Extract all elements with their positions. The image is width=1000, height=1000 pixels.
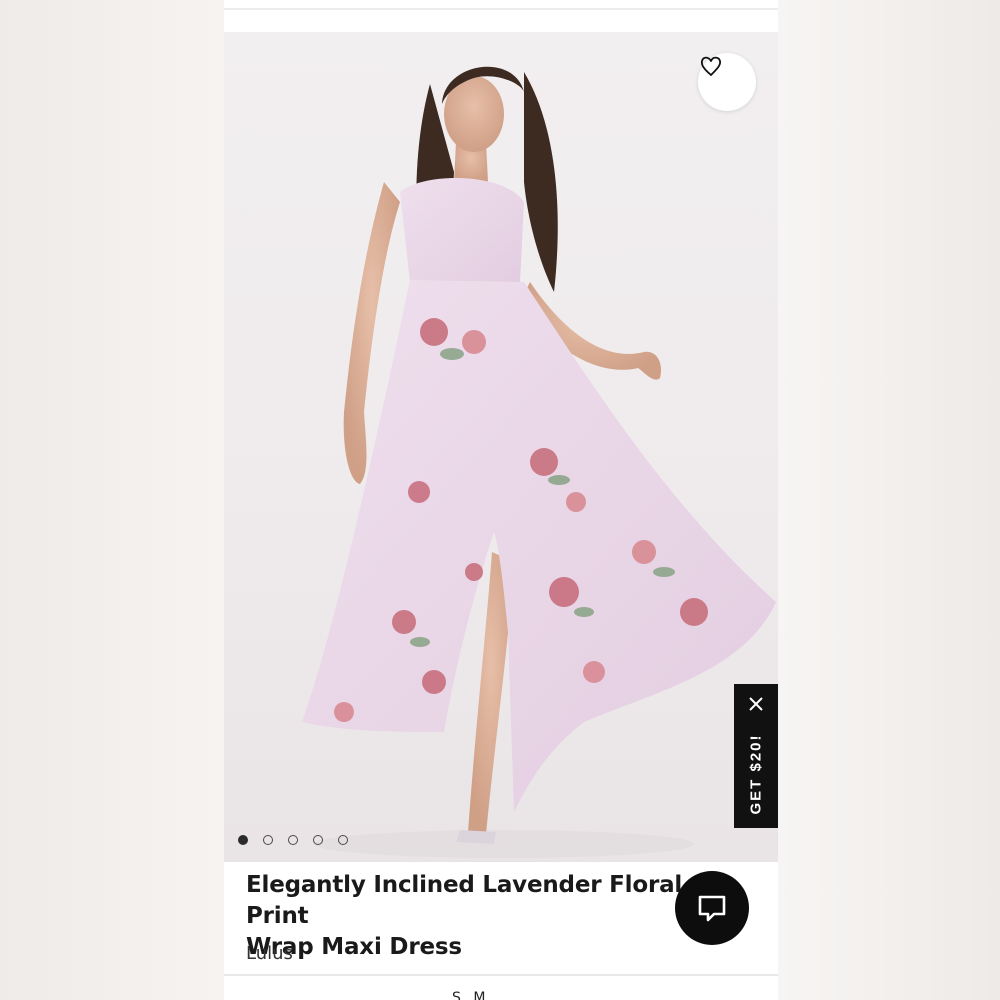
background-left bbox=[0, 0, 224, 1000]
gallery-dot[interactable] bbox=[238, 835, 248, 845]
promo-tab[interactable]: GET $20! bbox=[734, 684, 778, 828]
close-icon[interactable] bbox=[746, 694, 766, 714]
gallery-dot[interactable] bbox=[288, 835, 298, 845]
size-options-peek: S M bbox=[452, 990, 490, 1000]
promo-label: GET $20! bbox=[747, 733, 765, 815]
gallery-dot[interactable] bbox=[338, 835, 348, 845]
product-page: Elegantly Inclined Lavender Floral Print… bbox=[224, 0, 778, 1000]
product-title: Elegantly Inclined Lavender Floral Print… bbox=[246, 872, 683, 960]
gallery-dot[interactable] bbox=[263, 835, 273, 845]
header-divider bbox=[224, 8, 778, 10]
chat-button[interactable] bbox=[675, 871, 749, 945]
gallery-pagination bbox=[238, 835, 348, 845]
heart-icon bbox=[700, 56, 722, 76]
gallery-dot[interactable] bbox=[313, 835, 323, 845]
product-photo bbox=[302, 66, 776, 858]
wishlist-button[interactable] bbox=[698, 53, 756, 111]
background-right bbox=[778, 0, 1000, 1000]
section-divider bbox=[224, 974, 778, 976]
product-image[interactable] bbox=[224, 32, 778, 862]
chat-bubble-icon bbox=[698, 895, 726, 922]
brand-name[interactable]: Lulus bbox=[246, 943, 293, 964]
